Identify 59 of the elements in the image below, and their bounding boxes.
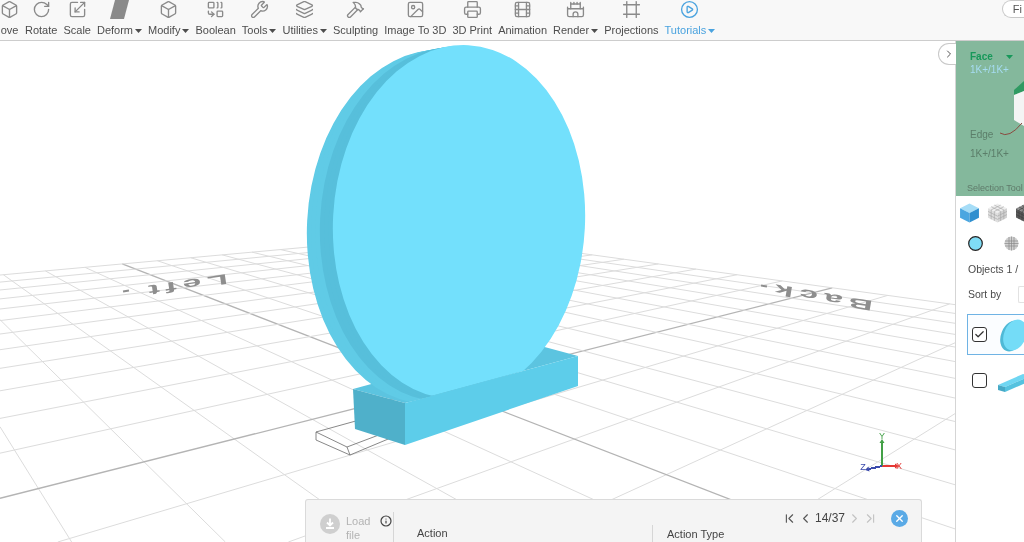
slanted-block-icon	[109, 0, 130, 19]
cube-icon	[0, 0, 19, 19]
floor-label: Left	[141, 270, 230, 300]
checkbox[interactable]	[972, 327, 987, 342]
checkbox[interactable]	[972, 373, 987, 388]
toolbar-button[interactable]: Projections	[604, 0, 659, 40]
squares-arrow-icon	[206, 0, 226, 19]
rotate-icon	[31, 0, 51, 19]
toolbar-button[interactable]: Modify	[148, 0, 190, 40]
layers-icon	[295, 0, 315, 19]
axis-label: X	[896, 461, 902, 471]
frame-icon	[621, 0, 641, 19]
dash-icon	[122, 289, 130, 293]
toolbar-button[interactable]: Sculpting	[332, 0, 379, 40]
toolbar-button[interactable]: Image To 3D	[384, 0, 447, 40]
color-swatch-icon[interactable]	[968, 236, 983, 251]
castle-icon	[566, 0, 586, 19]
edge-label: Edge	[970, 129, 994, 141]
printer-icon	[462, 0, 482, 19]
download-icon	[320, 514, 340, 534]
play-icon	[680, 0, 700, 19]
edge-count: 1K+/1K+	[970, 148, 1009, 160]
toolbar-button[interactable]: Boolean	[195, 0, 236, 40]
toolbar-button[interactable]: 3D Print	[452, 0, 493, 40]
film-icon	[513, 0, 533, 19]
objects-count: Objects 1 /	[967, 263, 1020, 276]
solid-cube-icon[interactable]	[959, 203, 980, 223]
dash-icon	[760, 284, 768, 288]
toolbar-button[interactable]: Rotate	[25, 0, 58, 40]
toolbar-button[interactable]: Render	[553, 0, 599, 40]
toolbar-button[interactable]: Animation	[498, 0, 548, 40]
toolbar-button[interactable]: Deform	[96, 0, 142, 40]
check-icon	[974, 329, 985, 340]
toolbar-button[interactable]: Tools	[241, 0, 277, 40]
sort-label: Sort by	[968, 287, 1002, 301]
cube-icon[interactable]	[1014, 80, 1024, 126]
column-header: Action Type	[652, 525, 921, 542]
image-icon	[405, 0, 425, 19]
scale-icon	[67, 0, 87, 19]
toolbar-button[interactable]: Utilities	[282, 0, 327, 40]
axis-label: Z	[860, 462, 866, 472]
caret-icon	[1006, 55, 1013, 59]
close-button[interactable]	[891, 509, 908, 527]
info-icon[interactable]	[380, 515, 392, 527]
close-icon	[894, 512, 905, 524]
leader-line	[999, 122, 1023, 137]
shaded-cube-icon[interactable]	[1015, 203, 1024, 223]
hammer-icon	[346, 0, 366, 19]
toolbar-button[interactable]: Scale	[63, 0, 91, 40]
face-count: 1K+/1K+	[970, 64, 1009, 76]
wrench-icon	[249, 0, 269, 19]
object-list-item[interactable]	[967, 314, 1024, 355]
cube-icon	[159, 0, 179, 19]
search-button[interactable]: Fi	[1001, 0, 1024, 18]
column-header: Action	[416, 526, 449, 541]
mesh-sphere-icon[interactable]	[1004, 236, 1019, 251]
page-indicator: 14/37	[814, 511, 845, 525]
toolbar-button[interactable]: ove	[0, 0, 19, 40]
axis-label: Y	[879, 431, 885, 441]
